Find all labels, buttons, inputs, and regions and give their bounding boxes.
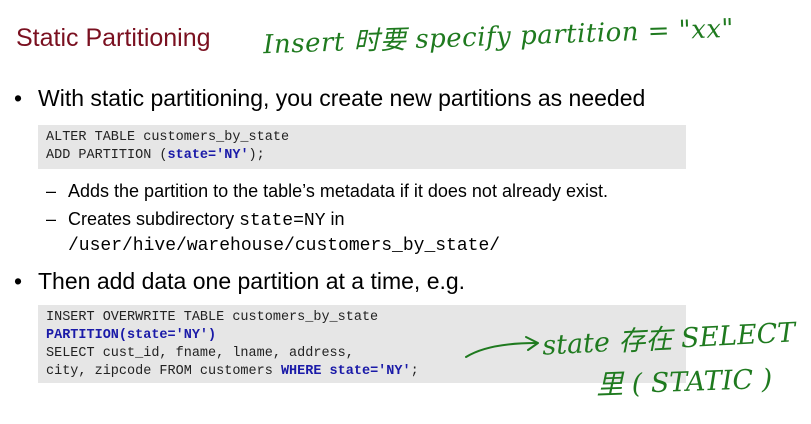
bullet-text: With static partitioning, you create new… — [38, 85, 646, 111]
bullet-dot: • — [14, 85, 23, 111]
dash-marker: – — [46, 181, 57, 201]
code-text: ADD PARTITION ( — [46, 148, 168, 163]
dash-marker: – — [46, 209, 57, 229]
sub-bullet-subdirectory: – Creates subdirectory state=NY in — [46, 209, 345, 231]
code-text: city, zipcode FROM customers — [46, 364, 281, 379]
code-keyword: state='NY' — [167, 148, 249, 163]
code-line: ALTER TABLE customers_by_state — [46, 130, 290, 145]
handwritten-note-top: Insert 时要 specify partition = "xx" — [262, 13, 735, 61]
bullet-dot: • — [14, 268, 23, 294]
handwritten-arrow-icon — [465, 336, 539, 358]
bullet-text: Then add data one partition at a time, e… — [38, 268, 466, 294]
code-text: ); — [248, 148, 265, 163]
bullet-add-data: • Then add data one partition at a time, … — [14, 268, 465, 295]
sub-text: Adds the partition to the table’s metada… — [68, 181, 608, 201]
code-text: ; — [410, 364, 419, 379]
sub-code: state=NY — [239, 211, 326, 231]
sub-bullet-metadata: – Adds the partition to the table’s metad… — [46, 181, 608, 202]
code-keyword: WHERE state='NY' — [280, 364, 411, 379]
code-line: ADD PARTITION (state='NY'); — [46, 147, 686, 165]
sub-path: /user/hive/warehouse/customers_by_state/ — [68, 236, 501, 256]
handwritten-note-right-2: 里 ( STATIC ) — [595, 363, 773, 402]
bullet-static-partitioning: • With static partitioning, you create ne… — [14, 85, 645, 112]
sub-text: Creates subdirectory — [68, 209, 240, 229]
slide-title: Static Partitioning — [16, 24, 211, 52]
code-line: city, zipcode FROM customers WHERE state… — [46, 363, 686, 381]
sub-text: in — [325, 209, 345, 229]
code-block-alter: ALTER TABLE customers_by_state ADD PARTI… — [38, 125, 686, 169]
